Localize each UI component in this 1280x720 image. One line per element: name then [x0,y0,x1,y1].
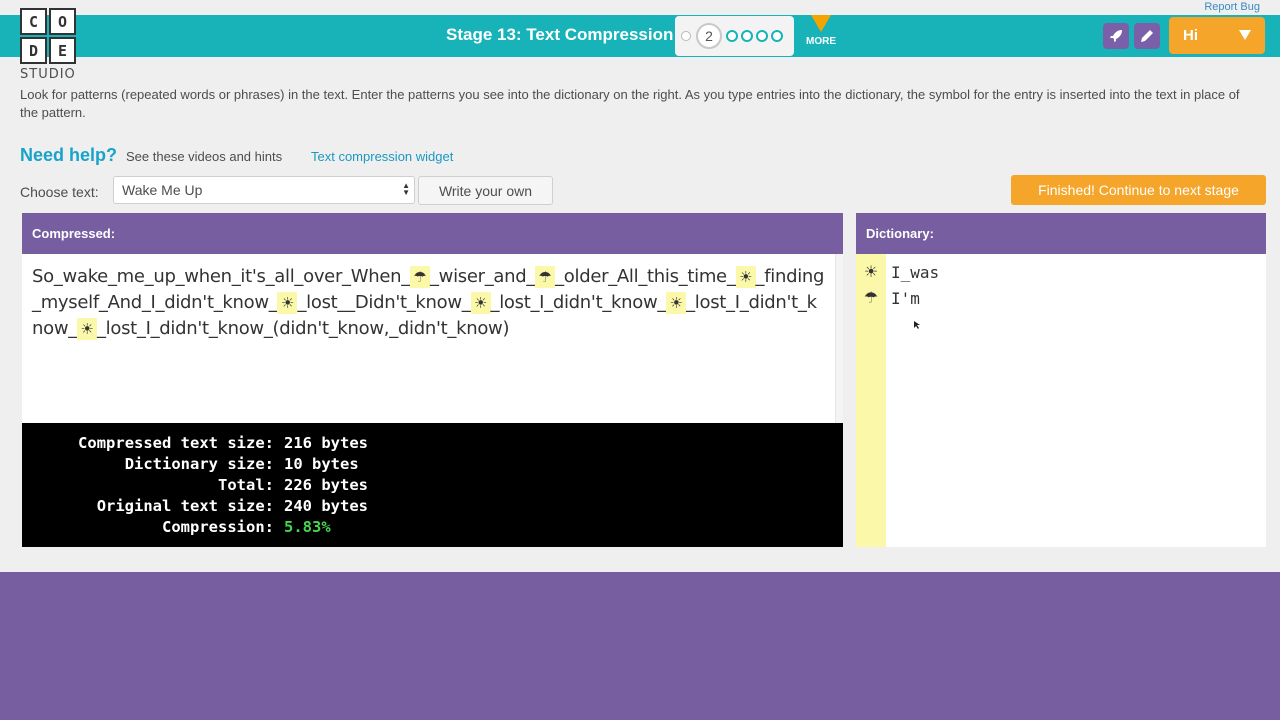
compressed-scrollbar[interactable] [835,254,843,423]
stat-label: Compressed text size: [78,434,274,452]
sun-icon: ☀ [666,292,687,314]
pencil-icon [1141,30,1153,42]
write-your-own-button[interactable]: Write your own [418,176,553,205]
stat-value: 226 bytes [284,476,368,494]
sun-icon: ☀ [863,264,879,281]
umbrella-icon: ☂ [409,266,430,288]
compressed-text: So_wake_me_up_when_it's_all_over_When_ ☂ _… [32,264,825,342]
more-button[interactable]: MORE [804,15,838,47]
stat-row: Dictionary size: 10 bytes [22,454,843,475]
compressed-text-segment: So_wake_me_up_when_it's_all_over_When_ [32,266,410,287]
level-dot[interactable] [771,30,783,42]
stat-label: Dictionary size: [124,455,274,473]
compressed-text-area[interactable]: So_wake_me_up_when_it's_all_over_When_ ☂ _… [22,254,835,423]
stats-panel: Compressed text size: 216 bytes Dictiona… [22,423,843,547]
compressed-text-segment: _older_All_this_time_ [555,266,736,287]
compressed-text-segment: _lost__Didn't_know_ [297,292,471,313]
sun-icon: ☀ [470,292,491,314]
umbrella-icon: ☂ [535,266,556,288]
stat-label: Total: [218,476,274,494]
logo-letter: C [20,8,47,35]
dictionary-panel-header: Dictionary: [856,213,1266,254]
footer-band [0,572,1280,720]
report-bug-link[interactable]: Report Bug [1204,0,1260,14]
code-studio-logo[interactable]: C O D E STUDIO [20,8,76,82]
stat-value: 240 bytes [284,497,368,515]
level-dot-previous[interactable] [681,31,691,41]
level-progress: 2 [675,16,794,56]
level-dot[interactable] [741,30,753,42]
sun-icon: ☀ [735,266,756,288]
stat-label: Compression: [162,518,274,536]
top-header: Stage 13: Text Compression 2 MORE Hi [0,15,1280,57]
stat-row: Compression: 5.83% [22,517,843,538]
logo-letter: D [20,37,47,64]
select-arrows-icon: ▲ ▼ [402,181,410,197]
need-help-subtitle: See these videos and hints [126,149,283,164]
compressed-panel-header: Compressed: [22,213,843,254]
stat-row: Original text size: 240 bytes [22,496,843,517]
dictionary-entry[interactable]: ☀ I_was [856,259,939,285]
stage-title[interactable]: Stage 13: Text Compression [446,25,673,45]
finish-continue-button[interactable]: Finished! Continue to next stage [1011,175,1266,205]
more-label: MORE [806,36,836,47]
logo-letter: E [49,37,76,64]
dictionary-entry-text: I_was [891,262,940,282]
choose-text-select[interactable]: Wake Me Up ▲ ▼ [113,176,415,204]
sun-icon: ☀ [76,318,97,340]
stat-value: 216 bytes [284,434,368,452]
user-menu-button[interactable]: Hi [1169,17,1265,54]
level-dot[interactable] [756,30,768,42]
instructions-text: Look for patterns (repeated words or phr… [20,87,1240,120]
rocket-button[interactable] [1103,23,1129,49]
choose-text-value: Wake Me Up [122,182,203,198]
stat-row: Compressed text size: 216 bytes [22,433,843,454]
rocket-icon [1110,30,1122,42]
need-help-title: Need help? [20,145,118,165]
level-dot[interactable] [726,30,738,42]
umbrella-icon: ☂ [863,290,879,307]
logo-subtitle: STUDIO [20,67,76,82]
choose-text-label: Choose text: [20,184,99,200]
compressed-text-segment: _lost_I_didn't_know_(didn't_know,_didn't… [96,318,510,339]
user-label: Hi [1183,27,1198,44]
stat-row: Total: 226 bytes [22,475,843,496]
sun-icon: ☀ [277,292,298,314]
compression-percent: 5.83% [284,518,331,536]
level-dot-current[interactable]: 2 [696,23,722,49]
mouse-cursor-icon [914,321,920,329]
text-compression-widget-link[interactable]: Text compression widget [311,149,453,164]
dictionary-entry-text: I'm [891,288,920,308]
dictionary-entry[interactable]: ☂ I'm [856,285,920,311]
stat-label: Original text size: [96,497,274,515]
compressed-text-segment: _wiser_and_ [429,266,536,287]
dictionary-editor[interactable]: ☀ I_was ☂ I'm [856,254,1266,547]
more-triangle-icon [811,15,831,32]
compressed-text-segment: _lost_I_didn't_know_ [490,292,667,313]
logo-letter: O [49,8,76,35]
caret-down-icon [1239,30,1251,40]
pencil-button[interactable] [1134,23,1160,49]
stat-value: 10 bytes [284,455,359,473]
